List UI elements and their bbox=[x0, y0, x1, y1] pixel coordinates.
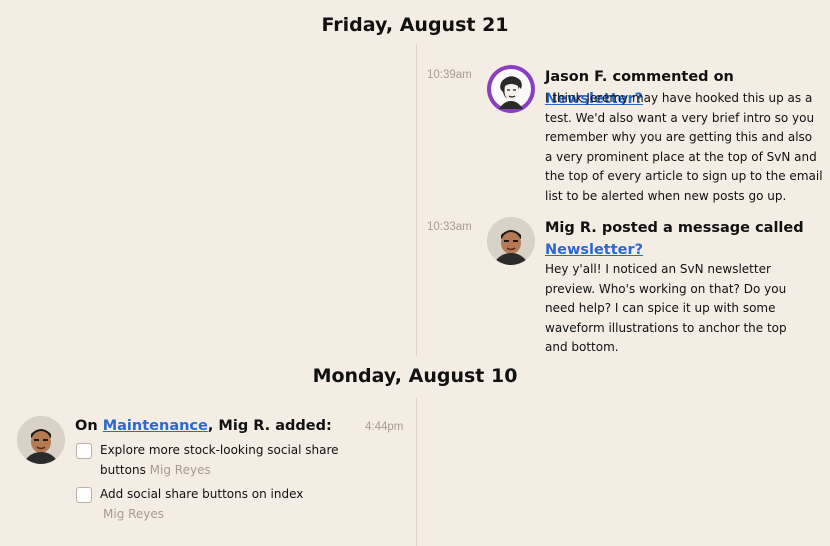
entry-time: 10:33am bbox=[427, 221, 472, 233]
todo-assignee: Mig Reyes bbox=[149, 462, 211, 477]
todo-text[interactable]: Explore more stock-looking social share … bbox=[100, 443, 339, 477]
entry-time: 4:44pm bbox=[365, 421, 404, 433]
entry-title: On Maintenance, Mig R. added: bbox=[75, 415, 365, 437]
timeline-divider bbox=[416, 44, 417, 356]
todo-checkbox[interactable] bbox=[76, 487, 92, 503]
message-body: Hey y'all! I noticed an SvN newsletter p… bbox=[545, 262, 787, 354]
maintenance-link[interactable]: Maintenance bbox=[103, 418, 208, 434]
todo-assignee: Mig Reyes bbox=[103, 507, 165, 521]
date-heading: Monday, August 10 bbox=[312, 365, 518, 387]
timeline-divider bbox=[416, 398, 417, 546]
comment-body: I think Jeremy may have hooked this up a… bbox=[545, 91, 823, 203]
todo-checkbox[interactable] bbox=[76, 443, 92, 459]
date-heading: Friday, August 21 bbox=[321, 14, 509, 36]
entry-action-text: Jason F. commented on bbox=[545, 69, 734, 85]
todo-text[interactable]: Add social share buttons on index bbox=[100, 487, 303, 501]
entry-action-text: Mig R. posted a message called bbox=[545, 220, 804, 236]
newsletter-link[interactable]: Newsletter? bbox=[545, 242, 643, 258]
entry-title: Mig R. posted a message called Newslette… bbox=[545, 217, 805, 261]
entry-suffix-text: , Mig R. added: bbox=[207, 418, 332, 434]
avatar-mig-icon[interactable] bbox=[487, 217, 535, 265]
todo-item: Explore more stock-looking social share … bbox=[100, 441, 340, 480]
avatar-jason-icon[interactable] bbox=[487, 65, 535, 113]
entry-prefix-text: On bbox=[75, 418, 98, 434]
avatar-mig-icon[interactable] bbox=[17, 416, 65, 464]
entry-time: 10:39am bbox=[427, 69, 472, 81]
todo-item: Add social share buttons on index bbox=[100, 485, 340, 505]
